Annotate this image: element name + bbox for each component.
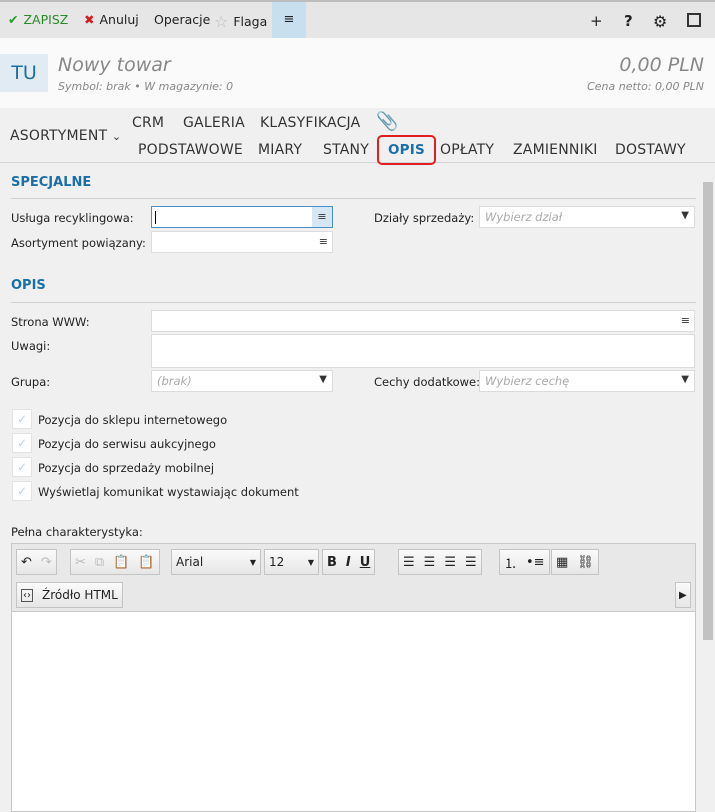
editor-content[interactable] bbox=[12, 613, 695, 811]
tab-stany[interactable]: STANY bbox=[323, 142, 369, 158]
tab-klasyfikacja[interactable]: KLASYFIKACJA bbox=[260, 115, 360, 131]
full-description-label: Pełna charakterystyka: bbox=[11, 525, 143, 539]
copy-icon[interactable]: ⧉ bbox=[95, 555, 104, 570]
star-icon: ☆ bbox=[214, 12, 229, 31]
tab-galeria[interactable]: GALERIA bbox=[183, 115, 245, 131]
bold-icon[interactable]: B bbox=[327, 555, 337, 570]
notes-textarea[interactable] bbox=[151, 334, 695, 368]
undo-icon[interactable]: ↶ bbox=[21, 555, 32, 570]
tab-podstawowe[interactable]: PODSTAWOWE bbox=[138, 142, 243, 158]
cut-icon[interactable]: ✂ bbox=[75, 555, 86, 570]
scrollbar-thumb[interactable] bbox=[703, 182, 713, 640]
top-toolbar: ✔ ZAPISZ ✖ Anuluj Operacje ☆ Flaga ≡ + ? ⚙ bbox=[0, 0, 715, 38]
caret-down-icon: ▼ bbox=[249, 557, 256, 567]
group-label: Grupa: bbox=[11, 375, 51, 389]
tab-oplaty[interactable]: OPŁATY bbox=[440, 142, 494, 158]
tab-crm[interactable]: CRM bbox=[132, 115, 164, 131]
chevron-down-icon: ▼ bbox=[681, 374, 689, 385]
editor-toolbar: ↶ ↷ ✂ ⧉ 📋 📋 Arial ▼ 12 ▼ BIU ☰ ☰ ☰ ☰ ⒈ •≡ ▦ ⛓ ‹› Źró… bbox=[12, 544, 695, 612]
tab-miary[interactable]: MIARY bbox=[258, 142, 302, 158]
align-left-icon[interactable]: ☰ bbox=[403, 555, 415, 570]
group-select[interactable]: (brak) ▼ bbox=[151, 370, 333, 392]
font-select[interactable]: Arial ▼ bbox=[171, 549, 261, 575]
sales-dept-select[interactable]: Wybierz dział ▼ bbox=[479, 206, 695, 228]
gear-icon[interactable]: ⚙ bbox=[653, 12, 667, 31]
code-file-icon: ‹› bbox=[21, 588, 33, 602]
help-icon[interactable]: ? bbox=[624, 12, 633, 30]
save-button[interactable]: ✔ ZAPISZ bbox=[8, 12, 68, 27]
cancel-button[interactable]: ✖ Anuluj bbox=[84, 12, 139, 27]
align-center-icon[interactable]: ☰ bbox=[424, 555, 436, 570]
item-header: TU Nowy towar Symbol: brak • W magazynie… bbox=[0, 38, 715, 108]
divider bbox=[11, 302, 696, 303]
tab-opis[interactable]: OPIS bbox=[377, 135, 436, 165]
operations-button[interactable]: Operacje bbox=[154, 12, 210, 27]
more-toolbar-button[interactable]: ▶ bbox=[675, 582, 691, 608]
maximize-icon[interactable] bbox=[687, 13, 701, 27]
table-icon[interactable]: ▦ bbox=[556, 555, 568, 570]
html-source-button[interactable]: ‹› Źródło HTML bbox=[16, 582, 123, 608]
checkbox-label: Pozycja do sprzedaży mobilnej bbox=[38, 461, 215, 475]
tab-group-asortyment[interactable]: ASORTYMENT ⌄ bbox=[10, 128, 121, 144]
tab-bar: ASORTYMENT ⌄ CRM GALERIA KLASYFIKACJA 📎 … bbox=[0, 108, 715, 165]
notes-label: Uwagi: bbox=[11, 339, 51, 353]
numbered-list-icon[interactable]: ⒈ bbox=[504, 553, 517, 572]
paste-text-icon[interactable]: 📋 bbox=[138, 555, 154, 570]
checkbox-label: Pozycja do serwisu aukcyjnego bbox=[38, 437, 216, 451]
features-select[interactable]: Wybierz cechę ▼ bbox=[479, 370, 695, 392]
list-icon[interactable]: ≡ bbox=[681, 314, 690, 327]
chevron-down-icon: ▼ bbox=[319, 374, 327, 385]
checkbox-label: Pozycja do sklepu internetowego bbox=[38, 413, 228, 427]
scrollbar[interactable] bbox=[703, 180, 713, 812]
section-title-desc: OPIS bbox=[11, 278, 46, 293]
add-shortcut-icon[interactable]: + bbox=[590, 12, 603, 30]
www-input[interactable]: ≡ bbox=[151, 310, 695, 332]
flag-button[interactable]: ☆ Flaga bbox=[214, 12, 267, 31]
attachment-icon[interactable]: 📎 bbox=[376, 111, 399, 132]
italic-icon[interactable]: I bbox=[346, 555, 351, 570]
link-icon[interactable]: ⛓ bbox=[577, 555, 594, 570]
paste-icon[interactable]: 📋 bbox=[113, 555, 129, 570]
checkbox-auction[interactable]: ✓ bbox=[12, 433, 32, 453]
checkbox-show-message[interactable]: ✓ bbox=[12, 481, 32, 501]
font-size-select[interactable]: 12 ▼ bbox=[264, 549, 319, 575]
divider bbox=[11, 198, 696, 199]
tab-zamienniki[interactable]: ZAMIENNIKI bbox=[513, 142, 598, 158]
check-icon: ✔ bbox=[8, 12, 19, 27]
caret-down-icon: ▼ bbox=[307, 557, 314, 567]
sales-dept-label: Działy sprzedaży: bbox=[374, 211, 475, 225]
justify-icon[interactable]: ☰ bbox=[465, 555, 477, 570]
tab-dostawy[interactable]: DOSTAWY bbox=[615, 142, 686, 158]
item-meta: Symbol: brak • W magazynie: 0 bbox=[58, 80, 234, 93]
rich-text-editor: ↶ ↷ ✂ ⧉ 📋 📋 Arial ▼ 12 ▼ BIU ☰ ☰ ☰ ☰ ⒈ •≡ ▦ ⛓ ‹› Źró… bbox=[11, 543, 696, 812]
list-icon[interactable]: ≡ bbox=[319, 235, 328, 248]
checkbox-online-shop[interactable]: ✓ bbox=[12, 409, 32, 429]
bullet-list-icon[interactable]: •≡ bbox=[526, 555, 545, 570]
chevron-down-icon: ⌄ bbox=[111, 130, 122, 143]
www-label: Strona WWW: bbox=[11, 315, 90, 329]
underline-icon[interactable]: U bbox=[360, 555, 371, 570]
text-cursor bbox=[155, 211, 156, 224]
menu-button[interactable]: ≡ bbox=[272, 2, 306, 38]
align-right-icon[interactable]: ☰ bbox=[444, 555, 456, 570]
features-label: Cechy dodatkowe: bbox=[374, 375, 481, 389]
net-price: Cena netto: 0,00 PLN bbox=[587, 80, 704, 93]
section-title-special: SPECJALNE bbox=[11, 175, 92, 190]
recycling-label: Usługa recyklingowa: bbox=[11, 211, 134, 225]
close-icon: ✖ bbox=[84, 12, 95, 27]
related-input[interactable]: ≡ bbox=[151, 231, 333, 253]
page-title: Nowy towar bbox=[58, 54, 171, 76]
related-label: Asortyment powiązany: bbox=[11, 236, 146, 250]
redo-icon[interactable]: ↷ bbox=[41, 555, 52, 570]
checkbox-label: Wyświetlaj komunikat wystawiając dokumen… bbox=[38, 485, 299, 499]
recycling-input[interactable]: ≡ bbox=[151, 206, 333, 228]
play-icon: ▶ bbox=[679, 589, 687, 601]
price: 0,00 PLN bbox=[619, 54, 704, 76]
avatar: TU bbox=[0, 54, 48, 92]
list-icon[interactable]: ≡ bbox=[312, 207, 332, 227]
chevron-down-icon: ▼ bbox=[681, 210, 689, 221]
checkbox-mobile-sales[interactable]: ✓ bbox=[12, 457, 32, 477]
